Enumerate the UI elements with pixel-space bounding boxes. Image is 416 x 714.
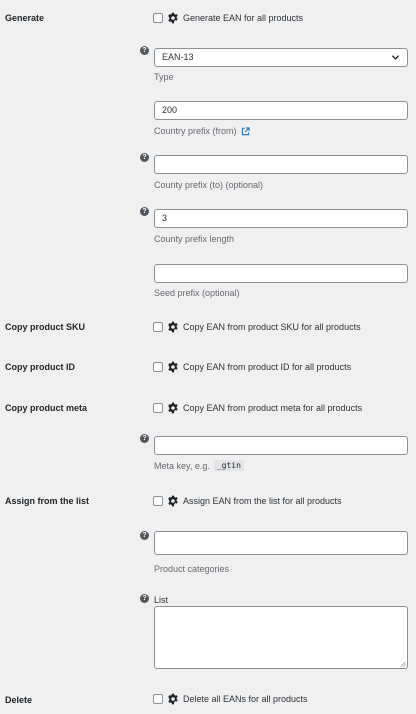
chevron-down-icon bbox=[392, 55, 399, 60]
question-mark-icon: ? bbox=[140, 531, 149, 540]
copy-meta-label: Copy product meta bbox=[5, 403, 88, 413]
gear-icon bbox=[167, 402, 179, 414]
assign-list-label: Assign from the list bbox=[5, 496, 90, 506]
seed-prefix-description: Seed prefix (optional) bbox=[154, 288, 240, 298]
copy-id-label: Copy product ID bbox=[5, 362, 75, 372]
country-prefix-to-input[interactable] bbox=[154, 155, 408, 174]
generate-option: Generate EAN for all products bbox=[153, 11, 303, 25]
assign-list-checkbox-label: Assign EAN from the list for all product… bbox=[183, 496, 342, 506]
generate-checkbox-label: Generate EAN for all products bbox=[183, 13, 304, 23]
question-mark-icon: ? bbox=[140, 153, 149, 162]
question-mark-icon: ? bbox=[140, 434, 149, 443]
generate-checkbox[interactable] bbox=[153, 13, 163, 23]
gear-icon bbox=[167, 361, 179, 373]
generate-label: Generate bbox=[5, 13, 45, 23]
delete-checkbox-label: Delete all EANs for all products bbox=[183, 694, 308, 704]
meta-key-example: _gtin bbox=[213, 460, 244, 471]
country-prefix-length-description: County prefix length bbox=[154, 234, 235, 244]
gear-icon bbox=[167, 321, 179, 333]
delete-label: Delete bbox=[5, 695, 33, 705]
country-prefix-to-description: County prefix (to) (optional) bbox=[154, 180, 264, 190]
assign-list-option: Assign EAN from the list for all product… bbox=[153, 494, 342, 508]
list-textarea[interactable] bbox=[154, 606, 408, 669]
product-categories-description: Product categories bbox=[154, 564, 230, 574]
type-select[interactable]: EAN-13 bbox=[154, 48, 408, 67]
question-mark-icon: ? bbox=[140, 46, 149, 55]
copy-meta-checkbox[interactable] bbox=[153, 403, 163, 413]
seed-prefix-input[interactable] bbox=[154, 264, 408, 283]
country-prefix-from-text: Country prefix (from) bbox=[154, 126, 237, 136]
assign-list-checkbox[interactable] bbox=[153, 496, 163, 506]
copy-id-checkbox[interactable] bbox=[153, 362, 163, 372]
country-prefix-length-input[interactable]: 3 bbox=[154, 209, 408, 228]
gear-icon bbox=[167, 12, 179, 24]
meta-key-description-text: Meta key, e.g. bbox=[154, 460, 210, 471]
delete-option: Delete all EANs for all products bbox=[153, 692, 308, 706]
copy-id-option: Copy EAN from product ID for all product… bbox=[153, 360, 351, 374]
gear-icon bbox=[167, 495, 179, 507]
copy-sku-option: Copy EAN from product SKU for all produc… bbox=[153, 320, 361, 334]
country-prefix-from-description: Country prefix (from) bbox=[154, 126, 250, 136]
resize-handle-icon[interactable] bbox=[399, 660, 406, 667]
delete-checkbox[interactable] bbox=[153, 694, 163, 704]
question-mark-icon: ? bbox=[140, 207, 149, 216]
copy-sku-checkbox-label: Copy EAN from product SKU for all produc… bbox=[183, 322, 361, 332]
type-description: Type bbox=[154, 72, 174, 82]
meta-key-input[interactable] bbox=[154, 436, 408, 455]
list-label: List bbox=[154, 595, 169, 605]
copy-id-checkbox-label: Copy EAN from product ID for all product… bbox=[183, 362, 352, 372]
copy-meta-checkbox-label: Copy EAN from product meta for all produ… bbox=[183, 403, 363, 413]
question-mark-icon: ? bbox=[140, 594, 149, 603]
gear-icon bbox=[167, 693, 179, 705]
copy-sku-label: Copy product SKU bbox=[5, 322, 85, 332]
product-categories-input[interactable] bbox=[154, 531, 408, 555]
external-link-icon[interactable] bbox=[241, 126, 250, 136]
copy-sku-checkbox[interactable] bbox=[153, 322, 163, 332]
meta-key-description: Meta key, e.g. _gtin bbox=[154, 460, 244, 471]
copy-meta-option: Copy EAN from product meta for all produ… bbox=[153, 401, 362, 415]
country-prefix-from-input[interactable]: 200 bbox=[154, 101, 408, 120]
type-select-value: EAN-13 bbox=[162, 52, 194, 62]
